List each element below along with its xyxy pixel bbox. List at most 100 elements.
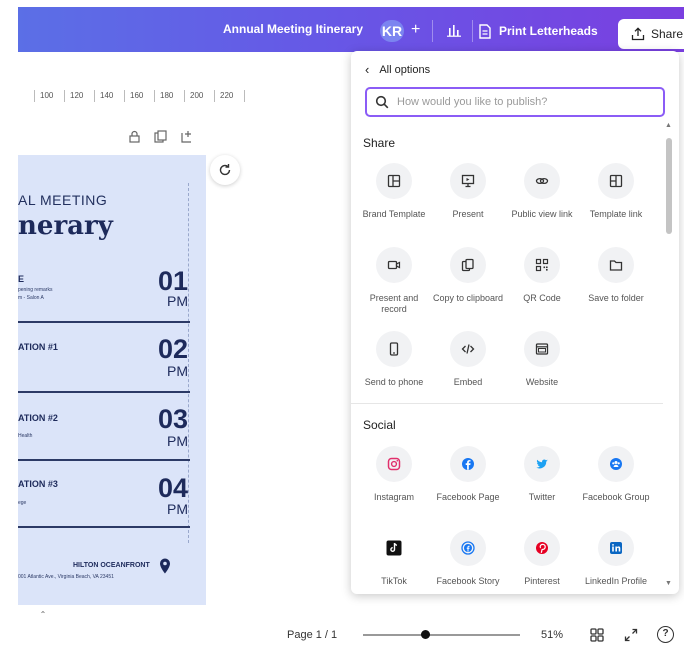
social-option-facebook-page[interactable]: Facebook Page	[431, 446, 505, 530]
social-option-label: TikTok	[381, 576, 407, 586]
row-subtitle: ege	[18, 500, 27, 506]
row-separator	[18, 526, 190, 528]
share-option-label: Present	[452, 209, 484, 219]
share-option-present-and-record[interactable]: Present and record	[357, 247, 431, 331]
guide-line	[188, 183, 189, 543]
duplicate-page-icon[interactable]	[154, 130, 167, 143]
panel-scrollbar[interactable]: ▲ ▼	[663, 120, 675, 590]
social-option-label: Facebook Page	[436, 492, 500, 502]
website-icon	[535, 343, 549, 355]
instagram-icon	[387, 457, 401, 471]
share-option-qr-code[interactable]: QR Code	[505, 247, 579, 331]
grid-view-icon[interactable]	[590, 628, 604, 642]
folder-icon	[609, 260, 623, 271]
help-icon[interactable]: ?	[657, 626, 674, 643]
share-option-copy-to-clipboard[interactable]: Copy to clipboard	[431, 247, 505, 331]
social-option-instagram[interactable]: Instagram	[357, 446, 431, 530]
social-option-linkedin-profile[interactable]: LinkedIn Profile	[579, 530, 653, 594]
social-option-label: Facebook Group	[582, 492, 650, 502]
bottom-bar: Page 1 / 1 51% ?	[0, 620, 684, 649]
row-title: ATION #1	[18, 342, 58, 352]
row-title: E	[18, 274, 25, 284]
add-page-icon[interactable]	[180, 130, 193, 143]
scroll-down-icon[interactable]: ▼	[665, 580, 672, 587]
divider	[432, 20, 433, 42]
social-option-tiktok[interactable]: TikTok	[357, 530, 431, 594]
share-option-template-link[interactable]: Template link	[579, 163, 653, 247]
document-icon	[479, 23, 491, 39]
social-option-facebook-group[interactable]: Facebook Group	[579, 446, 653, 530]
share-option-label: Public view link	[511, 209, 573, 219]
regenerate-button[interactable]	[210, 155, 240, 185]
lock-icon[interactable]	[128, 130, 141, 143]
upload-icon	[631, 27, 645, 41]
embed-icon	[461, 344, 475, 354]
share-option-label: Embed	[453, 377, 483, 387]
insights-chart-icon[interactable]	[446, 23, 462, 37]
link-icon	[535, 177, 549, 185]
qr-code-icon	[535, 258, 549, 272]
share-option-save-to-folder[interactable]: Save to folder	[579, 247, 653, 331]
social-option-facebook-story[interactable]: Facebook Story	[431, 530, 505, 594]
search-box	[365, 87, 665, 117]
record-icon	[387, 260, 401, 270]
row-separator	[18, 321, 190, 323]
location-pin-icon	[160, 558, 170, 574]
share-option-label: Brand Template	[362, 209, 426, 219]
chevron-left-icon: ‹	[365, 62, 370, 77]
share-option-label: Save to folder	[588, 293, 644, 303]
phone-icon	[389, 342, 399, 356]
share-option-brand-template[interactable]: Brand Template	[357, 163, 431, 247]
zoom-slider-track[interactable]	[363, 634, 520, 636]
share-button[interactable]: Share	[618, 19, 684, 49]
venue-name: HILTON OCEANFRONT	[73, 562, 150, 569]
facebook-group-icon	[610, 458, 622, 470]
social-section-title: Social	[363, 418, 396, 432]
heading-large: nerary	[18, 211, 113, 241]
share-panel: ‹ All options Share Brand Template Prese…	[351, 51, 679, 594]
social-option-twitter[interactable]: Twitter	[505, 446, 579, 530]
social-option-pinterest[interactable]: Pinterest	[505, 530, 579, 594]
share-options-grid: Brand Template Present Public view link …	[357, 163, 657, 415]
template-link-icon	[609, 174, 623, 188]
facebook-story-icon	[461, 541, 475, 555]
divider	[472, 20, 473, 42]
add-collaborator-icon[interactable]: +	[411, 21, 420, 39]
present-icon	[461, 174, 475, 188]
ruler-tick: 120	[70, 91, 84, 100]
scrollbar-thumb[interactable]	[666, 138, 672, 234]
share-option-present[interactable]: Present	[431, 163, 505, 247]
ruler-tick: 160	[130, 91, 144, 100]
row-subtitle: pening remarks	[18, 287, 53, 293]
zoom-level[interactable]: 51%	[541, 629, 563, 641]
ruler-tick: 140	[100, 91, 114, 100]
row-title: ATION #3	[18, 479, 58, 489]
back-to-all-options[interactable]: ‹ All options	[365, 62, 430, 77]
print-letterheads-button[interactable]: Print Letterheads	[479, 19, 598, 43]
avatar[interactable]: KR	[380, 20, 404, 42]
chevron-up-icon: ⌃	[39, 610, 47, 619]
share-option-label: Present and record	[369, 293, 419, 314]
social-option-label: Instagram	[373, 492, 415, 502]
row-subtitle: m - Salon A	[18, 295, 44, 301]
section-divider	[351, 403, 663, 404]
publish-search-input[interactable]	[397, 96, 647, 108]
zoom-slider-knob[interactable]	[421, 630, 431, 639]
row-time: 03	[157, 404, 188, 434]
social-option-label: LinkedIn Profile	[584, 576, 648, 586]
document-title[interactable]: Annual Meeting Itinerary	[223, 22, 363, 36]
row-period: PM	[167, 433, 188, 449]
row-time: 02	[157, 334, 188, 364]
venue-address: 001 Atlantic Ave., Virginia Beach, VA 23…	[18, 574, 114, 580]
linkedin-icon	[610, 542, 622, 554]
fullscreen-icon[interactable]	[624, 628, 638, 642]
scroll-up-icon[interactable]: ▲	[665, 122, 672, 129]
facebook-icon	[462, 458, 474, 470]
share-option-public-view-link[interactable]: Public view link	[505, 163, 579, 247]
design-page[interactable]: AL MEETING nerary E pening remarks m - S…	[18, 155, 206, 605]
search-icon	[375, 95, 389, 109]
page-count[interactable]: Page 1 / 1	[287, 629, 337, 641]
row-subtitle: Health	[18, 433, 33, 439]
row-separator	[18, 391, 190, 393]
row-separator	[18, 459, 190, 461]
